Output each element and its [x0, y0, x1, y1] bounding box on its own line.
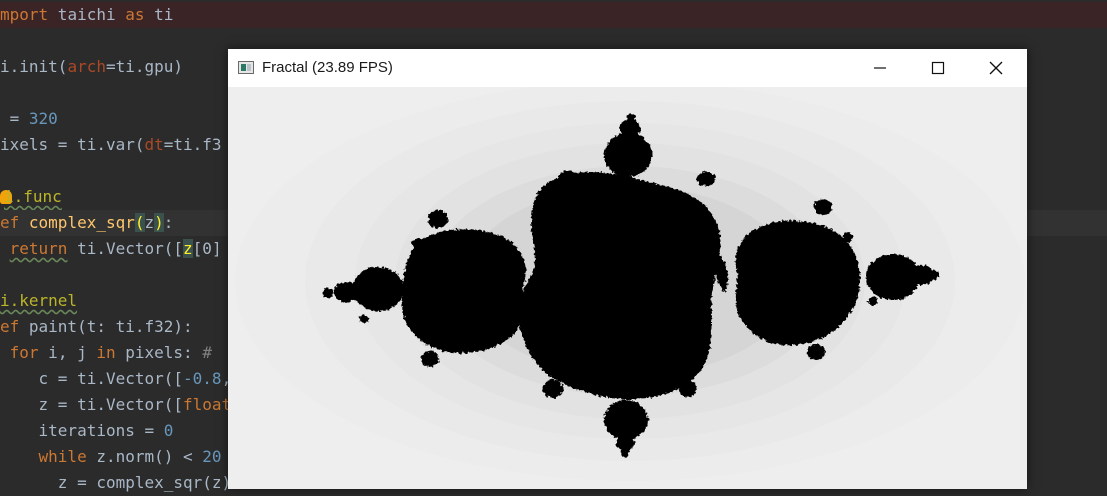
code-text: : [163, 213, 174, 232]
code-text: taichi [48, 5, 126, 24]
app-window-icon [238, 61, 254, 74]
code-text: paint(t: ti.f32): [19, 317, 193, 336]
julia-set-image [235, 87, 1025, 481]
code-text: pixels: [115, 343, 203, 362]
number-literal: 0 [163, 421, 174, 440]
code-text: c = ti.Vector([ [0, 369, 184, 388]
code-text: z [144, 213, 155, 232]
keyword: ef [0, 213, 20, 232]
matched-paren: ( [134, 213, 145, 232]
function-name: complex_sqr [28, 213, 135, 232]
code-text: i, j [38, 343, 97, 362]
code-text: z = ti.Vector([ [0, 395, 184, 414]
window-title: Fractal (23.89 FPS) [262, 59, 393, 76]
keyword: mport [0, 5, 49, 24]
param-name: dt [144, 135, 164, 154]
maximize-button[interactable] [909, 49, 967, 87]
decorator: i.kernel [0, 291, 78, 310]
keyword: while [38, 447, 87, 466]
number-literal: 320 [28, 109, 58, 128]
code-text: ixels = ti.var( [0, 135, 145, 154]
keyword: for [9, 343, 39, 362]
fractal-window[interactable]: Fractal (23.89 FPS) [228, 49, 1027, 489]
code-text: z = complex_sqr(z) [0, 473, 232, 492]
matched-paren: ) [154, 213, 164, 232]
decorator: i.func [4, 187, 62, 206]
code-text: ti.Vector([ [67, 239, 184, 258]
number-literal: -0.8 [183, 369, 222, 388]
code-text: = [0, 109, 29, 128]
code-text: =ti.f3 [163, 135, 222, 154]
minimize-icon [874, 67, 886, 69]
keyword: float [183, 395, 232, 414]
code-text: [0] [192, 239, 222, 258]
code-text: =ti.gpu) [105, 57, 184, 76]
keyword: as [125, 5, 145, 24]
code-text: i.init( [0, 57, 68, 76]
number-literal: 20 [202, 447, 222, 466]
param-name: arch [67, 57, 106, 76]
keyword: return [9, 239, 68, 258]
close-button[interactable] [967, 49, 1027, 87]
close-icon [989, 61, 1003, 75]
minimize-button[interactable] [851, 49, 909, 87]
comment: # [202, 343, 212, 362]
code-text: z.norm() < [86, 447, 203, 466]
keyword: ef [0, 317, 20, 336]
maximize-icon [931, 61, 945, 75]
code-text: iterations = [0, 421, 164, 440]
highlighted-identifier: z [183, 239, 193, 258]
window-titlebar[interactable]: Fractal (23.89 FPS) [228, 49, 1027, 87]
keyword: in [96, 343, 116, 362]
code-text: ti [144, 5, 174, 24]
fractal-canvas[interactable] [228, 87, 1027, 489]
code-line-1[interactable]: mport taichi as ti [0, 2, 1107, 28]
